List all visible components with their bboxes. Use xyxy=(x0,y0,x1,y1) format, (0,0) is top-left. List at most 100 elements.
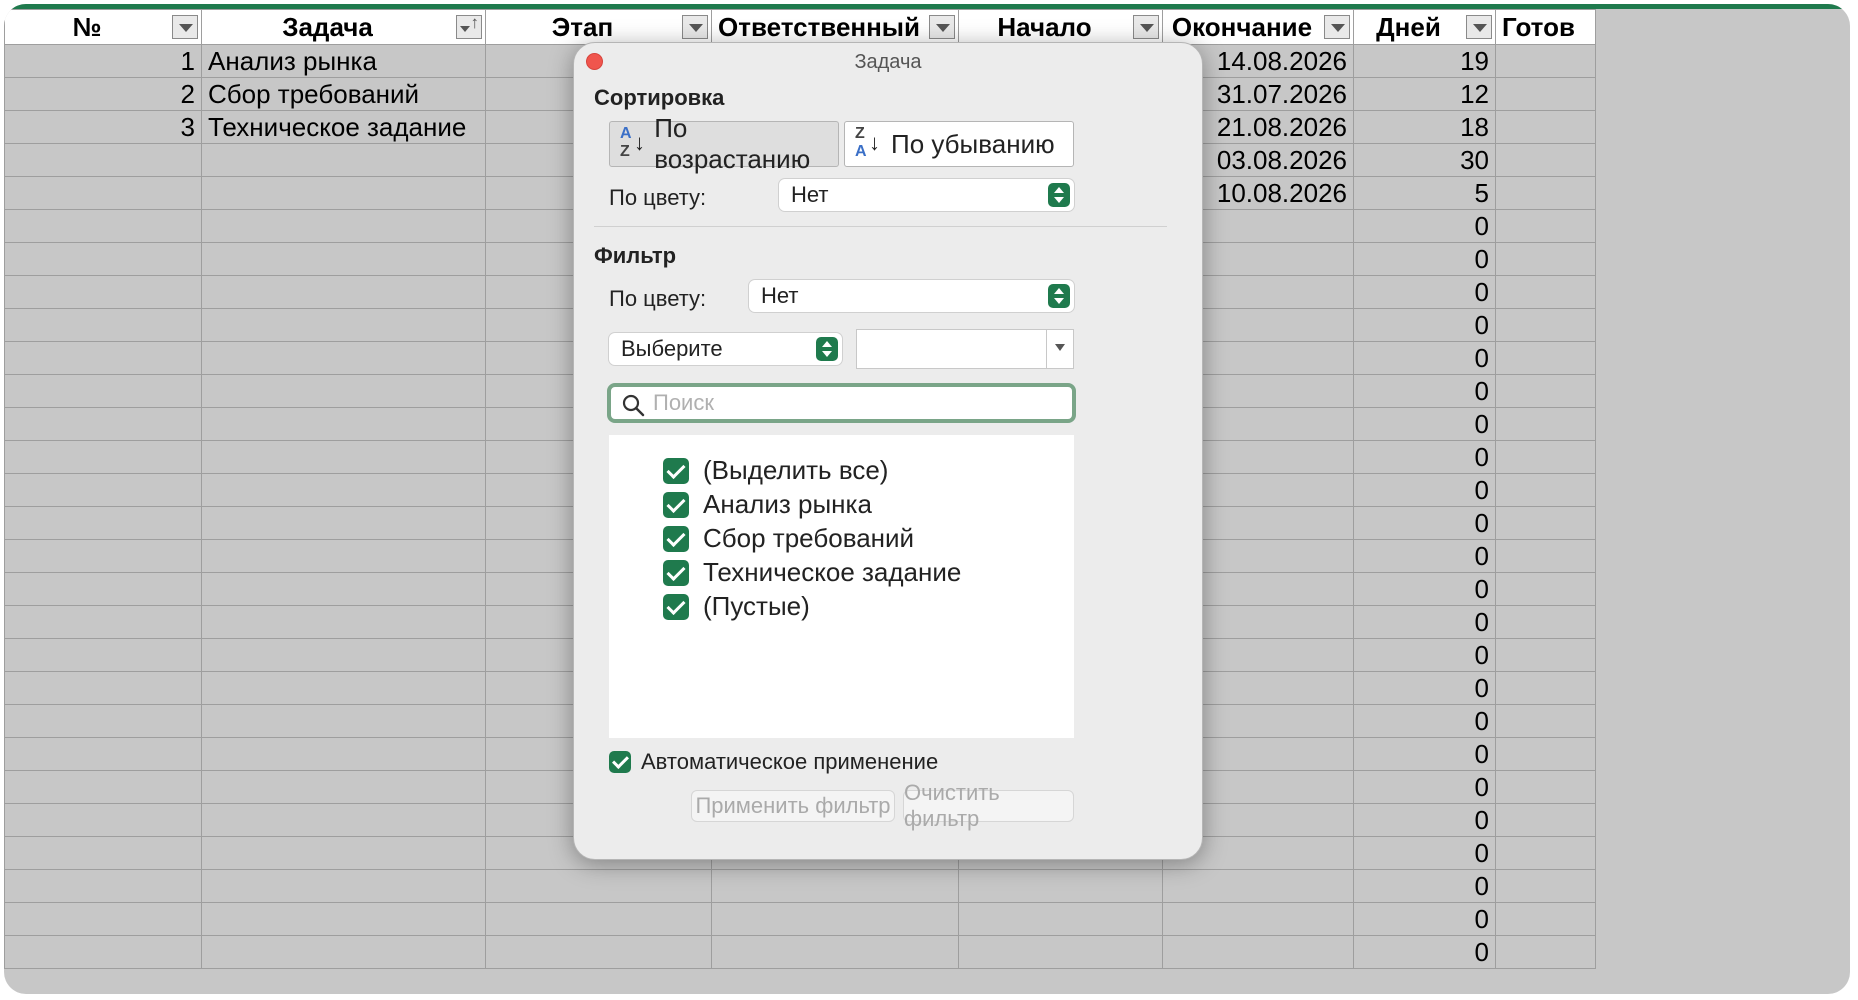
table-cell[interactable] xyxy=(4,539,202,573)
table-cell[interactable]: 0 xyxy=(1353,902,1496,936)
table-cell[interactable] xyxy=(4,308,202,342)
table-cell[interactable] xyxy=(4,836,202,870)
table-cell[interactable]: 2 xyxy=(4,77,202,111)
table-cell[interactable] xyxy=(201,242,486,276)
table-cell[interactable] xyxy=(4,737,202,771)
table-cell[interactable] xyxy=(201,935,486,969)
table-cell[interactable]: 12 xyxy=(1353,77,1496,111)
list-item[interactable]: Техническое задание xyxy=(663,557,961,588)
filter-dropdown-icon[interactable] xyxy=(456,13,482,39)
table-cell[interactable] xyxy=(4,869,202,903)
column-header[interactable]: Ответственный xyxy=(711,9,959,45)
table-cell[interactable] xyxy=(4,176,202,210)
table-cell[interactable]: 0 xyxy=(1353,341,1496,375)
column-header[interactable]: Дней xyxy=(1353,9,1496,45)
table-cell[interactable] xyxy=(1495,737,1596,771)
table-cell[interactable] xyxy=(4,242,202,276)
table-cell[interactable] xyxy=(4,506,202,540)
clear-filter-button[interactable]: Очистить фильтр xyxy=(903,780,1074,831)
table-cell[interactable] xyxy=(201,737,486,771)
column-header[interactable]: Готов xyxy=(1495,9,1596,45)
table-cell[interactable] xyxy=(4,440,202,474)
table-cell[interactable]: 30 xyxy=(1353,143,1496,177)
table-cell[interactable] xyxy=(958,902,1163,936)
table-cell[interactable] xyxy=(201,770,486,804)
list-item[interactable]: (Пустые) xyxy=(663,591,810,622)
table-cell[interactable] xyxy=(711,869,959,903)
table-cell[interactable] xyxy=(4,638,202,672)
table-cell[interactable] xyxy=(201,341,486,375)
table-cell[interactable] xyxy=(4,671,202,705)
table-cell[interactable]: 0 xyxy=(1353,275,1496,309)
table-cell[interactable] xyxy=(4,605,202,639)
sort-color-select[interactable]: Нет xyxy=(779,179,1074,211)
table-cell[interactable] xyxy=(711,935,959,969)
table-cell[interactable] xyxy=(1495,242,1596,276)
table-cell[interactable] xyxy=(4,407,202,441)
search-box[interactable] xyxy=(607,383,1076,423)
table-cell[interactable] xyxy=(1162,935,1354,969)
table-cell[interactable]: 0 xyxy=(1353,374,1496,408)
table-cell[interactable]: 0 xyxy=(1353,869,1496,903)
table-cell[interactable] xyxy=(1495,803,1596,837)
table-cell[interactable] xyxy=(4,374,202,408)
table-cell[interactable] xyxy=(201,308,486,342)
table-cell[interactable] xyxy=(485,935,712,969)
table-cell[interactable]: 0 xyxy=(1353,407,1496,441)
filter-dropdown-icon[interactable] xyxy=(1324,15,1350,39)
table-cell[interactable] xyxy=(1495,473,1596,507)
table-cell[interactable] xyxy=(201,374,486,408)
table-cell[interactable] xyxy=(4,770,202,804)
filter-color-select[interactable]: Нет xyxy=(749,280,1074,312)
search-input[interactable] xyxy=(651,389,1072,417)
table-cell[interactable]: 5 xyxy=(1353,176,1496,210)
table-cell[interactable]: 0 xyxy=(1353,704,1496,738)
checkbox-checked-icon[interactable] xyxy=(663,559,689,586)
auto-apply-checkbox[interactable]: Автоматическое применение xyxy=(609,749,938,775)
table-cell[interactable] xyxy=(1495,209,1596,243)
table-cell[interactable]: 0 xyxy=(1353,506,1496,540)
table-cell[interactable]: 0 xyxy=(1353,308,1496,342)
sort-asc-button[interactable]: A Z ↓ По возрастанию xyxy=(609,113,839,174)
table-cell[interactable] xyxy=(1495,638,1596,672)
table-cell[interactable] xyxy=(958,869,1163,903)
table-cell[interactable]: 0 xyxy=(1353,803,1496,837)
table-cell[interactable] xyxy=(1495,836,1596,870)
column-header[interactable]: Окончание xyxy=(1162,9,1354,45)
chevron-down-icon[interactable] xyxy=(1046,330,1073,368)
table-cell[interactable] xyxy=(1495,506,1596,540)
filter-dropdown-icon[interactable] xyxy=(1133,15,1159,39)
table-cell[interactable] xyxy=(201,704,486,738)
checkbox-checked-icon[interactable] xyxy=(663,525,689,552)
table-cell[interactable] xyxy=(1495,77,1596,111)
list-item[interactable]: (Выделить все) xyxy=(663,455,888,486)
table-cell[interactable] xyxy=(1495,176,1596,210)
table-cell[interactable]: 1 xyxy=(4,44,202,78)
table-cell[interactable]: 0 xyxy=(1353,605,1496,639)
table-cell[interactable] xyxy=(4,935,202,969)
sort-desc-button[interactable]: Z A ↓ По убыванию xyxy=(844,121,1074,167)
table-cell[interactable] xyxy=(201,440,486,474)
table-cell[interactable]: 18 xyxy=(1353,110,1496,144)
filter-dropdown-icon[interactable] xyxy=(1466,15,1492,39)
table-cell[interactable]: Анализ рынка xyxy=(201,44,486,78)
table-cell[interactable] xyxy=(4,902,202,936)
table-cell[interactable] xyxy=(201,407,486,441)
table-cell[interactable] xyxy=(201,275,486,309)
table-cell[interactable] xyxy=(4,143,202,177)
table-cell[interactable] xyxy=(201,671,486,705)
table-cell[interactable] xyxy=(1495,539,1596,573)
table-cell[interactable] xyxy=(711,902,959,936)
table-cell[interactable] xyxy=(1495,440,1596,474)
table-cell[interactable] xyxy=(4,341,202,375)
table-cell[interactable]: 0 xyxy=(1353,935,1496,969)
table-cell[interactable] xyxy=(4,209,202,243)
table-cell[interactable] xyxy=(201,869,486,903)
table-cell[interactable] xyxy=(201,902,486,936)
filter-dropdown-icon[interactable] xyxy=(682,15,708,39)
table-cell[interactable] xyxy=(1495,704,1596,738)
table-cell[interactable] xyxy=(1495,935,1596,969)
table-cell[interactable] xyxy=(4,803,202,837)
condition-value-combo[interactable] xyxy=(856,329,1074,369)
checkbox-checked-icon[interactable] xyxy=(663,491,689,518)
